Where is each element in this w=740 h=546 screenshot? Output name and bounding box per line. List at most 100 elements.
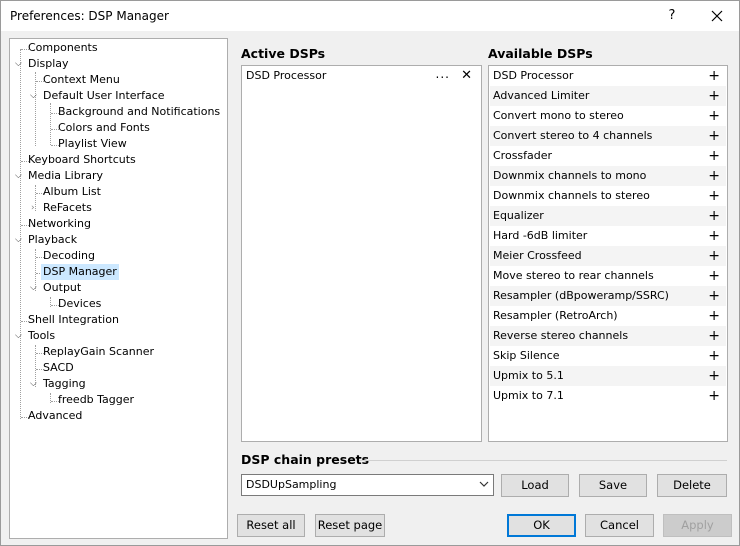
available-dsps-list[interactable]: DSD Processor + Advanced Limiter + Convert… [488, 65, 728, 442]
add-dsp-button[interactable]: + [708, 326, 720, 346]
list-item[interactable]: DSD Processor + [490, 66, 726, 86]
save-preset-button[interactable]: Save [579, 474, 647, 497]
add-dsp-button[interactable]: + [708, 106, 720, 126]
tree-item-colors-fonts[interactable]: Colors and Fonts [58, 120, 150, 136]
tree-item-playlist-view[interactable]: Playlist View [58, 136, 127, 152]
add-dsp-button[interactable]: + [708, 186, 720, 206]
active-dsps-list[interactable]: DSD Processor ... ✕ [241, 65, 482, 442]
tree-item-replaygain-scanner[interactable]: ReplayGain Scanner [43, 344, 154, 360]
tree-item-decoding[interactable]: Decoding [43, 248, 95, 264]
tree-item-dsp-manager[interactable]: DSP Manager [41, 264, 119, 280]
tree-item-refacets[interactable]: ReFacets [43, 200, 92, 216]
dsp-label: DSD Processor [493, 69, 574, 82]
tree-item-tools[interactable]: Tools [28, 328, 55, 344]
tree-item-freedb-tagger[interactable]: freedb Tagger [58, 392, 134, 408]
collapse-chevron-icon[interactable]: ⌵ [30, 284, 39, 293]
list-item[interactable]: Crossfader + [490, 146, 726, 166]
tree-item-sacd[interactable]: SACD [43, 360, 74, 376]
list-item[interactable]: Resampler (dBpoweramp/SSRC) + [490, 286, 726, 306]
preferences-tree[interactable]: ⌵ ⌵ ⌵ › ⌵ ⌵ ⌵ ⌵ Components Display Conte… [9, 38, 228, 539]
load-preset-button[interactable]: Load [501, 474, 569, 497]
add-dsp-button[interactable]: + [708, 146, 720, 166]
dsp-label: Downmix channels to mono [493, 169, 647, 182]
configure-dsp-button[interactable]: ... [436, 66, 450, 83]
collapse-chevron-icon[interactable]: ⌵ [30, 380, 39, 389]
tree-item-advanced[interactable]: Advanced [28, 408, 82, 424]
dsp-label: Advanced Limiter [493, 89, 590, 102]
expand-chevron-icon[interactable]: › [31, 204, 40, 213]
add-dsp-button[interactable]: + [708, 126, 720, 146]
tree-item-devices[interactable]: Devices [58, 296, 101, 312]
collapse-chevron-icon[interactable]: ⌵ [30, 92, 39, 101]
add-dsp-button[interactable]: + [708, 246, 720, 266]
cancel-button[interactable]: Cancel [585, 514, 654, 537]
add-dsp-button[interactable]: + [708, 346, 720, 366]
add-dsp-button[interactable]: + [708, 206, 720, 226]
tree-item-playback[interactable]: Playback [28, 232, 77, 248]
tree-item-components[interactable]: Components [28, 40, 98, 56]
available-dsps-title: Available DSPs [488, 46, 593, 61]
add-dsp-button[interactable]: + [708, 266, 720, 286]
dsp-label: Upmix to 7.1 [493, 389, 564, 402]
window-title: Preferences: DSP Manager [10, 9, 169, 23]
help-button[interactable]: ? [656, 1, 688, 31]
chevron-down-icon [479, 481, 489, 487]
tree-item-context-menu[interactable]: Context Menu [43, 72, 120, 88]
dsp-label: Equalizer [493, 209, 544, 222]
close-button[interactable] [699, 1, 735, 31]
add-dsp-button[interactable]: + [708, 66, 720, 86]
tree-item-display[interactable]: Display [28, 56, 69, 72]
add-dsp-button[interactable]: + [708, 166, 720, 186]
tree-item-media-library[interactable]: Media Library [28, 168, 103, 184]
reset-all-button[interactable]: Reset all [237, 514, 305, 537]
add-dsp-button[interactable]: + [708, 286, 720, 306]
remove-dsp-button[interactable]: ✕ [461, 66, 472, 86]
tree-item-output[interactable]: Output [43, 280, 81, 296]
collapse-chevron-icon[interactable]: ⌵ [15, 332, 24, 341]
list-item[interactable]: Move stereo to rear channels + [490, 266, 726, 286]
list-item[interactable]: Hard -6dB limiter + [490, 226, 726, 246]
dsp-label: Skip Silence [493, 349, 560, 362]
add-dsp-button[interactable]: + [708, 366, 720, 386]
list-item[interactable]: Upmix to 5.1 + [490, 366, 726, 386]
tree-item-networking[interactable]: Networking [28, 216, 91, 232]
tree-item-shell-integration[interactable]: Shell Integration [28, 312, 119, 328]
delete-preset-button[interactable]: Delete [657, 474, 727, 497]
list-item[interactable]: DSD Processor ... ✕ [243, 66, 480, 86]
ok-button[interactable]: OK [507, 514, 576, 537]
tree-item-tagging[interactable]: Tagging [43, 376, 86, 392]
list-item[interactable]: Resampler (RetroArch) + [490, 306, 726, 326]
apply-button[interactable]: Apply [663, 514, 732, 537]
preset-select[interactable]: DSDUpSampling [241, 474, 494, 496]
list-item[interactable]: Reverse stereo channels + [490, 326, 726, 346]
tree-item-background-notifications[interactable]: Background and Notifications [58, 104, 220, 120]
dsp-label: Convert stereo to 4 channels [493, 129, 653, 142]
list-item[interactable]: Downmix channels to stereo + [490, 186, 726, 206]
active-dsps-title: Active DSPs [241, 46, 326, 61]
list-item[interactable]: Skip Silence + [490, 346, 726, 366]
dsp-label: Reverse stereo channels [493, 329, 629, 342]
list-item[interactable]: Convert stereo to 4 channels + [490, 126, 726, 146]
tree-item-keyboard-shortcuts[interactable]: Keyboard Shortcuts [28, 152, 136, 168]
title-bar: Preferences: DSP Manager ? [1, 1, 739, 31]
list-item[interactable]: Upmix to 7.1 + [490, 386, 726, 406]
dsp-label: Crossfader [493, 149, 553, 162]
list-item[interactable]: Advanced Limiter + [490, 86, 726, 106]
dsp-label: Hard -6dB limiter [493, 229, 588, 242]
list-item[interactable]: Meier Crossfeed + [490, 246, 726, 266]
collapse-chevron-icon[interactable]: ⌵ [15, 60, 24, 69]
add-dsp-button[interactable]: + [708, 386, 720, 406]
collapse-chevron-icon[interactable]: ⌵ [15, 236, 24, 245]
add-dsp-button[interactable]: + [708, 306, 720, 326]
tree-item-album-list[interactable]: Album List [43, 184, 101, 200]
collapse-chevron-icon[interactable]: ⌵ [15, 172, 24, 181]
dsp-label: Upmix to 5.1 [493, 369, 564, 382]
list-item[interactable]: Downmix channels to mono + [490, 166, 726, 186]
add-dsp-button[interactable]: + [708, 226, 720, 246]
reset-page-button[interactable]: Reset page [315, 514, 385, 537]
add-dsp-button[interactable]: + [708, 86, 720, 106]
list-item[interactable]: Equalizer + [490, 206, 726, 226]
tree-item-default-user-interface[interactable]: Default User Interface [43, 88, 165, 104]
list-item[interactable]: Convert mono to stereo + [490, 106, 726, 126]
dsp-label: Resampler (dBpoweramp/SSRC) [493, 289, 669, 302]
